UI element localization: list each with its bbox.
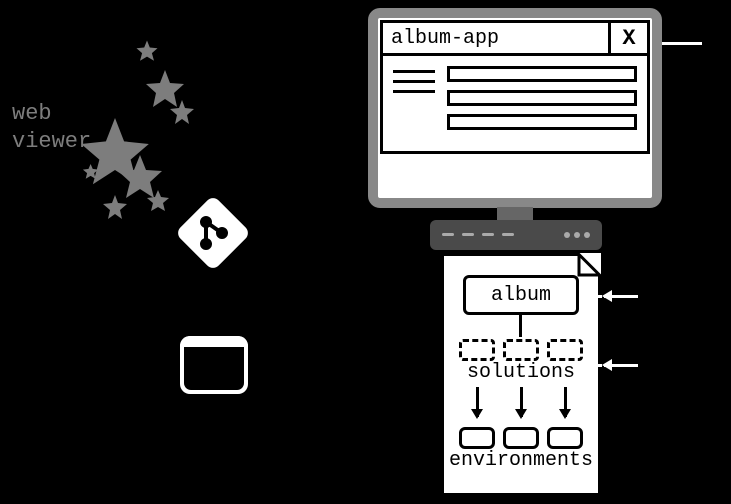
terminal-icon <box>180 336 248 394</box>
environments-label: environments <box>439 449 603 472</box>
environment-slot <box>503 427 539 449</box>
environment-slot <box>547 427 583 449</box>
arrow-left-icon <box>604 364 638 367</box>
tower-box: album solutions environments <box>441 253 601 496</box>
connector-line <box>580 364 602 367</box>
monitor-icon: album-app X <box>368 8 662 208</box>
diagram-root: web viewer <box>0 0 731 504</box>
solution-slot <box>503 339 539 361</box>
connector-line <box>662 42 702 45</box>
form-field <box>447 90 637 106</box>
solution-slot <box>547 339 583 361</box>
app-titlebar: album-app X <box>380 20 650 56</box>
form-field <box>447 66 637 82</box>
solution-slot <box>459 339 495 361</box>
form-field <box>447 114 637 130</box>
form-fields <box>447 66 637 138</box>
app-window: album-app X <box>380 20 650 196</box>
monitor-stand-base <box>430 220 602 250</box>
album-block: album <box>463 275 579 315</box>
environment-slot <box>459 427 495 449</box>
arrow-down-icon <box>476 387 479 417</box>
arrow-down-icon <box>520 387 523 417</box>
connector-line <box>519 315 522 337</box>
app-body <box>380 56 650 154</box>
arrow-down-icon <box>564 387 567 417</box>
hamburger-icon <box>393 70 435 100</box>
arrow-left-icon <box>604 295 638 298</box>
git-icon <box>175 195 251 271</box>
close-icon[interactable]: X <box>611 23 647 53</box>
solutions-label: solutions <box>441 361 601 384</box>
album-label: album <box>491 284 551 307</box>
app-title: album-app <box>383 23 611 53</box>
connector-line <box>580 295 602 298</box>
